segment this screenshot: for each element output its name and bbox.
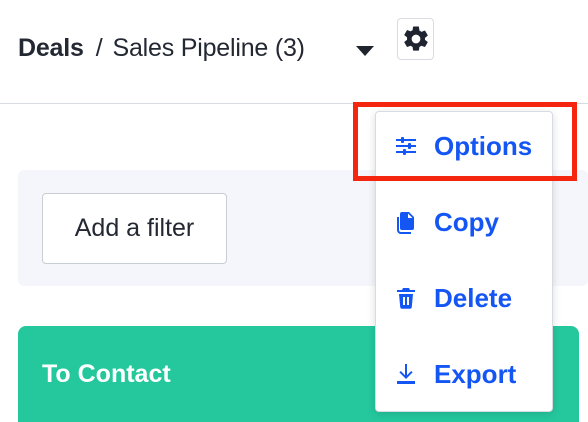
- trash-icon: [394, 285, 418, 311]
- menu-item-copy[interactable]: Copy: [394, 203, 499, 241]
- gear-icon: [403, 26, 428, 51]
- page-header: Deals / Sales Pipeline (3): [0, 0, 588, 104]
- add-filter-button[interactable]: Add a filter: [42, 193, 227, 264]
- menu-item-options[interactable]: Options: [394, 127, 532, 165]
- breadcrumb-separator: /: [95, 33, 103, 62]
- settings-button[interactable]: [397, 18, 434, 60]
- menu-item-label: Export: [434, 358, 517, 389]
- menu-item-delete[interactable]: Delete: [394, 279, 512, 317]
- deals-page: Deals / Sales Pipeline (3) Add a filter …: [0, 0, 588, 422]
- breadcrumb-deals[interactable]: Deals: [18, 34, 84, 63]
- download-icon: [394, 361, 418, 387]
- sliders-icon: [394, 133, 418, 159]
- menu-item-label: Delete: [434, 282, 513, 313]
- pipeline-title[interactable]: Sales Pipeline (3): [112, 34, 305, 63]
- menu-item-label: Copy: [434, 206, 499, 237]
- copy-icon: [394, 209, 418, 235]
- menu-item-export[interactable]: Export: [394, 355, 516, 393]
- chevron-down-icon[interactable]: [356, 46, 374, 56]
- pipeline-actions-menu: Options Copy Delete Export: [375, 111, 553, 412]
- stage-title: To Contact: [42, 360, 171, 388]
- breadcrumb: Deals / Sales Pipeline (3): [18, 31, 305, 65]
- menu-item-label: Options: [434, 130, 533, 161]
